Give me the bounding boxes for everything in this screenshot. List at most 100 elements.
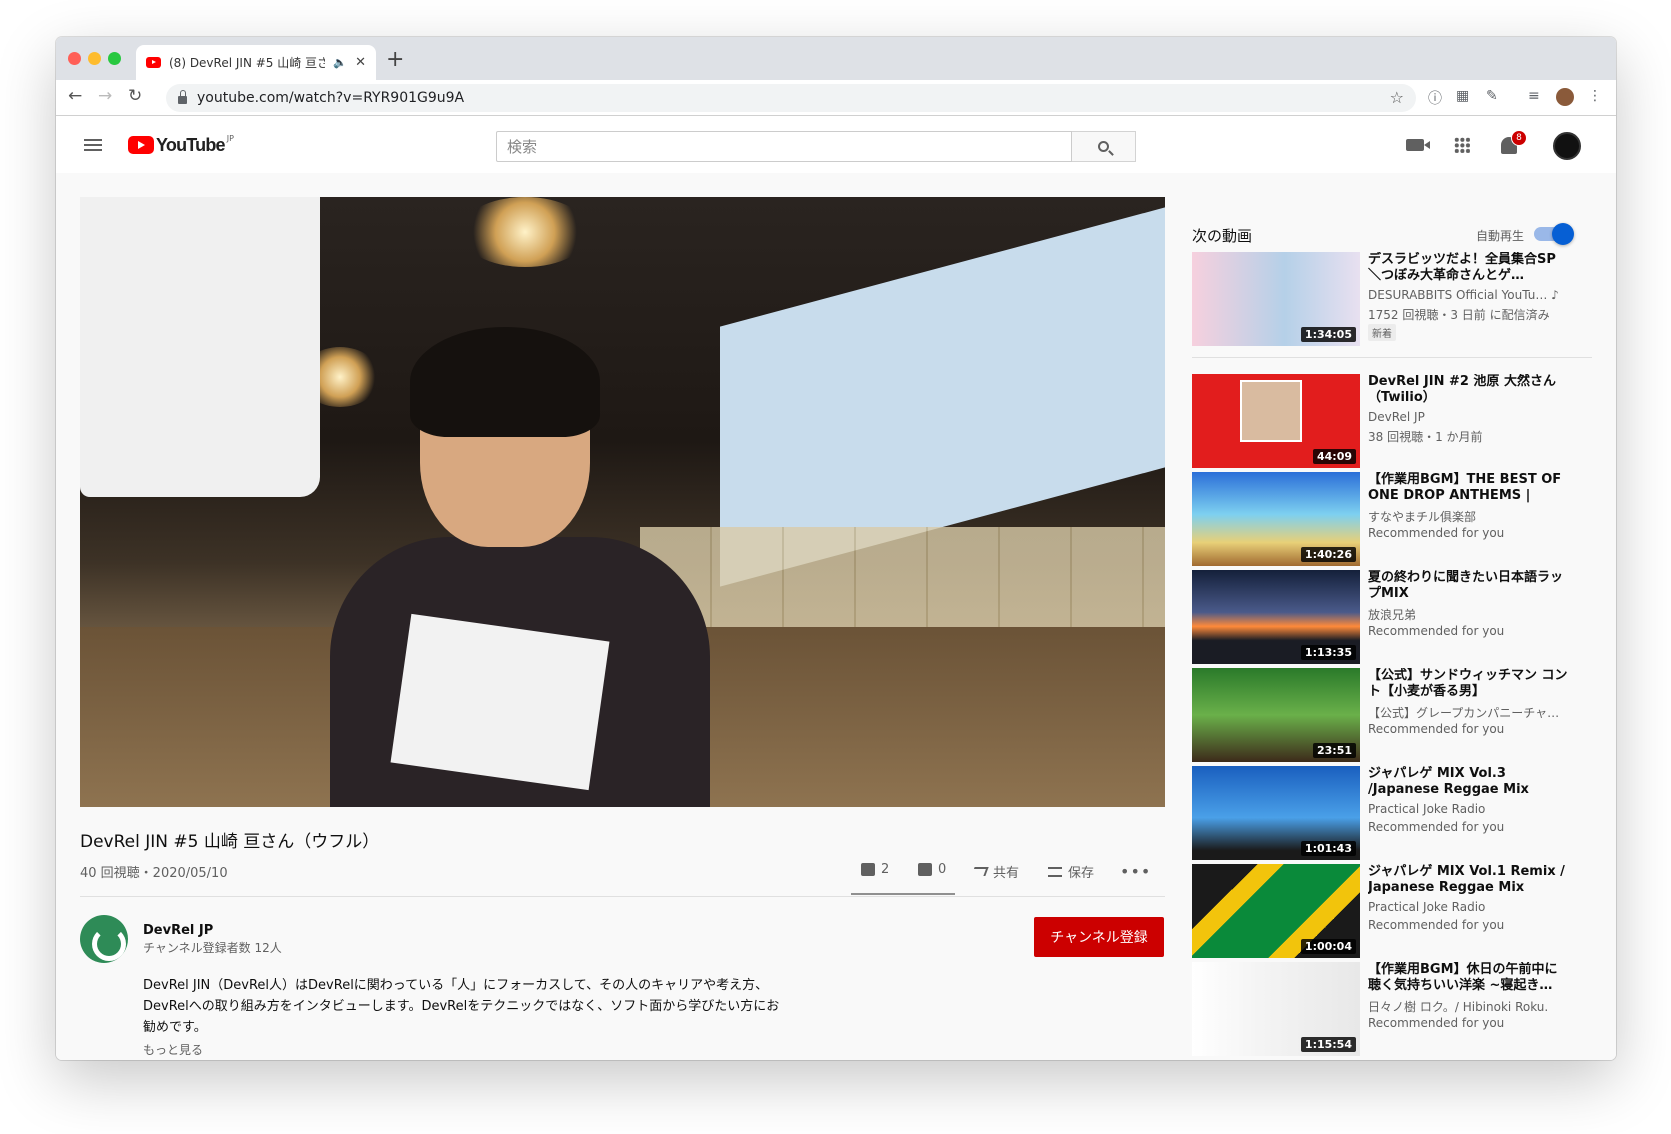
like-button[interactable]: 2 (861, 862, 889, 877)
browser-tab[interactable]: (8) DevRel JIN #5 山崎 亘さん 🔈 ✕ (136, 45, 376, 80)
more-actions-button[interactable]: ••• (1120, 862, 1151, 881)
video-thumbnail[interactable]: 1:13:35 (1192, 570, 1360, 664)
media-control-icon[interactable]: ≡ (1528, 88, 1540, 104)
video-thumbnail[interactable]: 44:09 (1192, 374, 1360, 468)
recommended-title[interactable]: ジャパレゲ MIX Vol.1 Remix / Japanese Reggae … (1368, 864, 1568, 896)
bookmark-star-icon[interactable]: ☆ (1390, 88, 1404, 107)
apps-grid-icon[interactable] (1454, 137, 1470, 153)
recommended-video[interactable]: 1:13:35 夏の終わりに聞きたい日本語ラップMIX 放浪兄弟 Recomme… (1192, 570, 1592, 664)
recommended-video[interactable]: 1:40:26 【作業用BGM】THE BEST OF ONE DROP ANT… (1192, 472, 1592, 566)
reload-icon[interactable]: ↻ (128, 86, 142, 106)
recommended-meta: Recommended for you (1368, 918, 1505, 932)
speaker-icon[interactable]: 🔈 (333, 56, 347, 69)
video-duration: 1:13:35 (1300, 645, 1356, 660)
recommended-title[interactable]: 【作業用BGM】THE BEST OF ONE DROP ANTHEMS | C… (1368, 472, 1568, 504)
recommended-video[interactable]: 44:09 DevRel JIN #2 池原 大然さん（Twilio） DevR… (1192, 374, 1592, 468)
profile-avatar[interactable] (1556, 88, 1574, 106)
recommended-video[interactable]: 1:01:43 ジャパレゲ MIX Vol.3 /Japanese Reggae… (1192, 766, 1592, 860)
video-view-info: 40 回視聴・2020/05/10 (80, 866, 228, 881)
up-next-divider (1192, 357, 1592, 358)
video-duration: 1:01:43 (1300, 841, 1356, 856)
account-avatar[interactable] (1553, 132, 1581, 160)
recommended-meta: Recommended for you (1368, 1016, 1505, 1030)
save-button[interactable]: 保存 (1048, 862, 1094, 881)
tab-strip: (8) DevRel JIN #5 山崎 亘さん 🔈 ✕ + (56, 37, 1616, 80)
recommended-channel[interactable]: すなやまチル俱楽部 (1368, 508, 1568, 525)
thumbs-up-icon (861, 863, 875, 876)
video-thumbnail[interactable]: 23:51 (1192, 668, 1360, 762)
maximize-window-button[interactable] (108, 52, 121, 65)
new-badge: 新着 (1368, 324, 1396, 341)
recommended-channel[interactable]: 日々ノ樹 ロク。/ Hibinoki Roku. (1368, 998, 1568, 1015)
video-player[interactable] (80, 197, 1165, 807)
video-thumbnail[interactable]: 1:34:05 (1192, 252, 1360, 346)
close-window-button[interactable] (68, 52, 81, 65)
youtube-play-icon (128, 136, 154, 154)
recommended-video[interactable]: 1:15:54 【作業用BGM】休日の午前中に聴く気持ちいい洋楽 ~寝起き… 日… (1192, 962, 1592, 1056)
info-extension-icon[interactable]: ⓘ (1428, 88, 1442, 108)
recommended-title[interactable]: 【作業用BGM】休日の午前中に聴く気持ちいい洋楽 ~寝起き… (1368, 962, 1568, 994)
browser-toolbar: ← → ↻ youtube.com/watch?v=RYR901G9u9A ☆ … (56, 80, 1616, 116)
country-code: JP (226, 134, 234, 143)
subscribe-button[interactable]: チャンネル登録 (1034, 917, 1164, 957)
menu-icon[interactable] (84, 139, 102, 151)
playlist-add-icon (1048, 866, 1062, 877)
video-thumbnail[interactable]: 1:15:54 (1192, 962, 1360, 1056)
eyedropper-extension-icon[interactable]: ✎ (1486, 88, 1498, 104)
qr-extension-icon[interactable]: ▦ (1456, 88, 1469, 104)
notification-badge: 8 (1511, 130, 1527, 146)
browser-menu-icon[interactable]: ⋮ (1588, 88, 1602, 104)
browser-window: (8) DevRel JIN #5 山崎 亘さん 🔈 ✕ + ← → ↻ you… (56, 37, 1616, 1060)
video-thumbnail[interactable]: 1:40:26 (1192, 472, 1360, 566)
search-input[interactable]: 検索 (496, 131, 1072, 162)
channel-name[interactable]: DevRel JP (143, 923, 213, 938)
create-video-icon[interactable] (1406, 139, 1430, 151)
video-title: DevRel JIN #5 山崎 亘さん（ウフル） (80, 832, 380, 852)
recommended-title[interactable]: デスラビッツだよ！全員集合SP ＼つぼみ大革命さんとゲ… (1368, 252, 1568, 284)
recommended-meta: Recommended for you (1368, 526, 1505, 540)
recommended-title[interactable]: ジャパレゲ MIX Vol.3 /Japanese Reggae Mix Vol… (1368, 766, 1568, 798)
dislike-button[interactable]: 0 (918, 862, 946, 877)
recommended-title[interactable]: 夏の終わりに聞きたい日本語ラップMIX (1368, 570, 1568, 602)
dislike-count: 0 (938, 862, 947, 877)
recommended-channel[interactable]: 【公式】グレープカンパニーチャ… (1368, 704, 1568, 721)
recommended-channel[interactable]: DESURABBITS Official YouTu… ♪ (1368, 288, 1568, 302)
autoplay-toggle-knob[interactable] (1552, 223, 1574, 245)
forward-arrow-icon[interactable]: → (98, 86, 112, 106)
lock-icon[interactable] (178, 90, 187, 104)
recommended-meta: Recommended for you (1368, 624, 1505, 638)
channel-avatar[interactable] (80, 915, 128, 963)
address-bar[interactable]: youtube.com/watch?v=RYR901G9u9A ☆ (166, 84, 1416, 112)
search-button[interactable] (1072, 131, 1136, 162)
recommended-meta: 38 回視聴・1 か月前 (1368, 430, 1483, 444)
recommended-meta: Recommended for you (1368, 820, 1505, 834)
recommended-channel[interactable]: Practical Joke Radio (1368, 900, 1568, 914)
tab-close-icon[interactable]: ✕ (355, 55, 366, 70)
like-count: 2 (881, 862, 890, 877)
recommended-title[interactable]: 【公式】サンドウィッチマン コント【小麦が香る男】 (1368, 668, 1568, 700)
new-tab-button[interactable]: + (386, 47, 404, 72)
thumbnail-portrait (1240, 380, 1302, 442)
recommended-video[interactable]: 1:34:05 デスラビッツだよ！全員集合SP ＼つぼみ大革命さんとゲ… DES… (1192, 252, 1592, 346)
youtube-masthead: YouTube JP 検索 8 (56, 117, 1616, 173)
back-arrow-icon[interactable]: ← (68, 86, 82, 106)
person-hair-scene (410, 327, 600, 437)
youtube-favicon-icon (146, 57, 161, 68)
show-more-link[interactable]: もっと見る (143, 1041, 203, 1058)
recommended-channel[interactable]: DevRel JP (1368, 410, 1568, 424)
url-text: youtube.com/watch?v=RYR901G9u9A (197, 90, 465, 106)
video-thumbnail[interactable]: 1:01:43 (1192, 766, 1360, 860)
share-button[interactable]: 共有 (971, 862, 1019, 881)
like-ratio-bar (851, 893, 955, 895)
recommended-channel[interactable]: Practical Joke Radio (1368, 802, 1568, 816)
logo-wordmark: YouTube (156, 135, 226, 155)
minimize-window-button[interactable] (88, 52, 101, 65)
divider (80, 896, 1165, 897)
video-thumbnail[interactable]: 1:00:04 (1192, 864, 1360, 958)
recommended-video[interactable]: 23:51 【公式】サンドウィッチマン コント【小麦が香る男】 【公式】グレープ… (1192, 668, 1592, 762)
tab-title: (8) DevRel JIN #5 山崎 亘さん (169, 56, 326, 70)
recommended-title[interactable]: DevRel JIN #2 池原 大然さん（Twilio） (1368, 374, 1568, 406)
recommended-video[interactable]: 1:00:04 ジャパレゲ MIX Vol.1 Remix / Japanese… (1192, 864, 1592, 958)
youtube-logo[interactable]: YouTube JP (128, 134, 234, 155)
recommended-channel[interactable]: 放浪兄弟 (1368, 606, 1568, 623)
